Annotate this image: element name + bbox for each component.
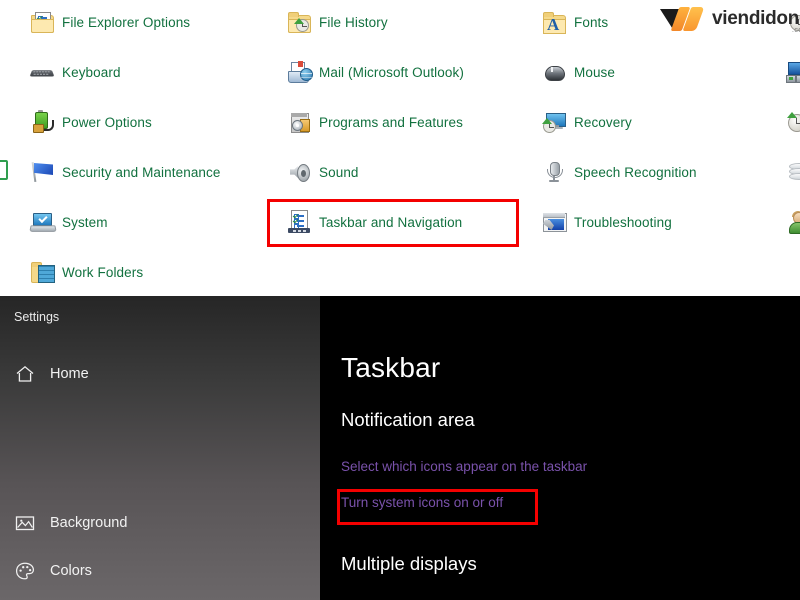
page-title: Taskbar bbox=[341, 352, 441, 383]
file-history-icon bbox=[287, 10, 311, 34]
link-select-which-icons[interactable]: Select which icons appear on the taskbar bbox=[341, 459, 587, 474]
system-icon bbox=[29, 210, 57, 234]
control-panel-item-mouse[interactable]: Mouse bbox=[542, 55, 615, 89]
sync-center-icon bbox=[786, 110, 800, 134]
cut-off-left-icon bbox=[0, 156, 8, 180]
control-panel-item-label: Mouse bbox=[574, 64, 616, 80]
sidebar-item-label: Home bbox=[50, 366, 89, 382]
control-panel-item-system[interactable]: System bbox=[29, 205, 108, 239]
section-heading-multiple-displays: Multiple displays bbox=[341, 553, 477, 574]
storage-spaces-icon bbox=[786, 160, 800, 184]
control-panel-item-file-explorer-options[interactable]: File Explorer Options bbox=[30, 5, 190, 39]
control-panel-item-label: Mail (Microsoft Outlook) bbox=[319, 64, 464, 80]
control-panel-item-power-options[interactable]: Power Options bbox=[30, 105, 152, 139]
watermark-domain: .com bbox=[791, 25, 800, 34]
troubleshooting-icon bbox=[542, 210, 567, 234]
control-panel-item-label: Work Folders bbox=[62, 264, 144, 280]
control-panel-item-programs-and-features[interactable]: Programs and Features bbox=[287, 105, 463, 139]
control-panel-item-label: File History bbox=[319, 14, 388, 30]
background-picture-icon bbox=[14, 512, 36, 534]
settings-window: Settings Home Background Colors Taskbar … bbox=[0, 296, 800, 600]
control-panel-item-speech-recognition[interactable]: Speech Recognition bbox=[542, 155, 697, 189]
control-panel-item-label: Fonts bbox=[574, 14, 609, 30]
file-explorer-options-icon bbox=[30, 10, 54, 34]
control-panel-item-fonts[interactable]: A Fonts bbox=[542, 5, 608, 39]
sidebar-item-label: Background bbox=[50, 515, 128, 531]
control-panel-item-label: Keyboard bbox=[62, 64, 121, 80]
control-panel-item-label: System bbox=[62, 214, 108, 230]
control-panel-item-label: Sound bbox=[319, 164, 359, 180]
control-panel-item-label: File Explorer Options bbox=[62, 14, 191, 30]
sidebar-item-label: Colors bbox=[50, 563, 92, 579]
power-options-icon bbox=[30, 110, 54, 134]
fonts-icon: A bbox=[542, 10, 566, 34]
control-panel-item-label: Speech Recognition bbox=[574, 164, 697, 180]
sidebar-item-colors[interactable]: Colors bbox=[14, 559, 92, 583]
section-heading-notification-area: Notification area bbox=[341, 409, 475, 430]
palette-icon bbox=[14, 560, 36, 582]
screenshot-root: File Explorer Options File History A Fon… bbox=[0, 0, 800, 600]
control-panel-item-troubleshooting[interactable]: Troubleshooting bbox=[542, 205, 672, 239]
watermark-logo: viendidong .com bbox=[660, 2, 800, 36]
settings-content-pane: Taskbar Notification area Select which i… bbox=[320, 296, 800, 600]
user-accounts-icon bbox=[786, 210, 800, 234]
control-panel-item-file-history[interactable]: File History bbox=[287, 5, 388, 39]
highlight-box-turn-system-icons bbox=[337, 489, 538, 525]
control-panel: File Explorer Options File History A Fon… bbox=[0, 0, 800, 296]
control-panel-item-recovery[interactable]: Recovery bbox=[542, 105, 632, 139]
control-panel-item-sound[interactable]: Sound bbox=[287, 155, 359, 189]
keyboard-icon bbox=[29, 60, 55, 84]
speech-recognition-icon bbox=[542, 160, 566, 184]
sidebar-item-background[interactable]: Background bbox=[14, 511, 127, 535]
control-panel-item-label: Recovery bbox=[574, 114, 632, 130]
control-panel-item-label: Programs and Features bbox=[319, 114, 463, 130]
control-panel-item-work-folders[interactable]: Work Folders bbox=[30, 255, 143, 289]
network-icon bbox=[786, 60, 800, 84]
control-panel-item-security-and-maintenance[interactable]: Security and Maintenance bbox=[30, 155, 221, 189]
recovery-icon bbox=[542, 110, 566, 134]
home-icon bbox=[14, 363, 36, 385]
control-panel-item-label: Power Options bbox=[62, 114, 152, 130]
mouse-icon bbox=[542, 60, 566, 84]
highlight-box-taskbar-and-navigation bbox=[267, 199, 519, 247]
control-panel-item-keyboard[interactable]: Keyboard bbox=[29, 55, 121, 89]
sound-icon bbox=[287, 160, 311, 184]
control-panel-item-mail[interactable]: Mail (Microsoft Outlook) bbox=[287, 55, 464, 89]
settings-sidebar: Settings Home Background Colors bbox=[0, 296, 320, 600]
watermark-text: viendidong .com bbox=[712, 8, 800, 34]
control-panel-item-label: Troubleshooting bbox=[574, 214, 672, 230]
programs-and-features-icon bbox=[287, 110, 311, 134]
mail-icon bbox=[287, 60, 313, 84]
sidebar-item-home[interactable]: Home bbox=[14, 362, 89, 386]
work-folders-icon bbox=[30, 260, 55, 284]
watermark-name: viendidong bbox=[712, 8, 800, 29]
settings-window-title: Settings bbox=[14, 310, 60, 324]
viendidong-mark-icon bbox=[660, 6, 706, 32]
control-panel-item-label: Security and Maintenance bbox=[62, 164, 221, 180]
security-and-maintenance-icon bbox=[30, 160, 54, 184]
